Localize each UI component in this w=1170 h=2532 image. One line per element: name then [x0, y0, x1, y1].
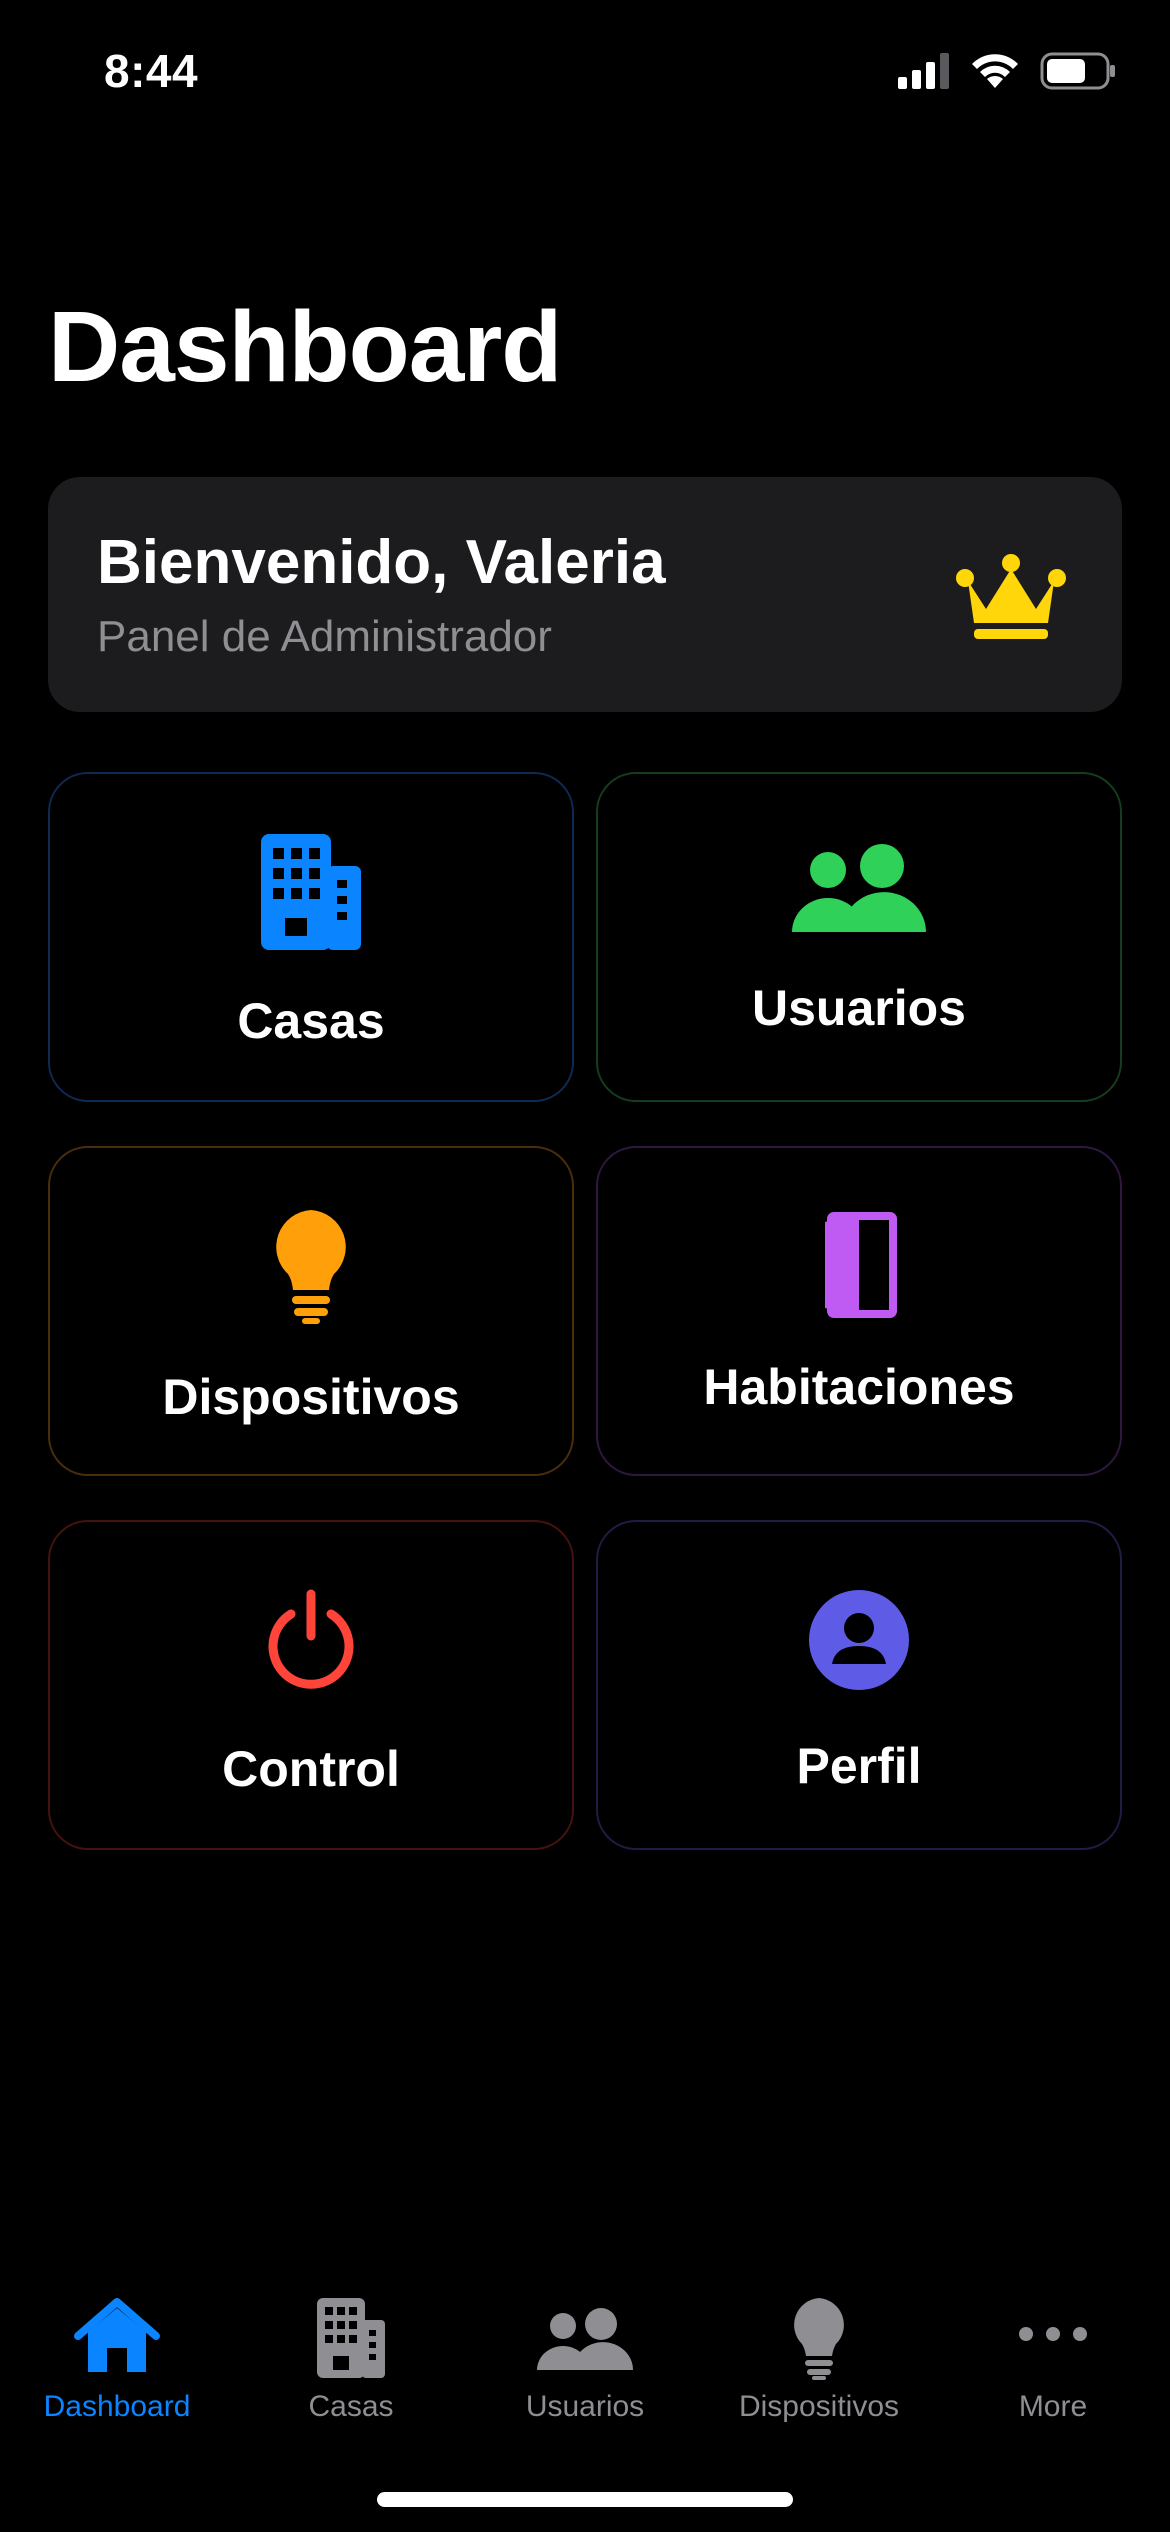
tile-label: Dispositivos: [162, 1369, 460, 1425]
cellular-signal-icon: [898, 53, 949, 89]
welcome-subtitle: Panel de Administrador: [97, 612, 552, 661]
tile-casas[interactable]: Casas: [48, 772, 574, 1102]
battery-icon: [1040, 52, 1115, 90]
building-icon: [261, 834, 361, 950]
status-icons: [898, 52, 1116, 90]
profile-icon: [809, 1590, 909, 1690]
tab-label: More: [1018, 2390, 1088, 2423]
wifi-icon: [972, 54, 1018, 88]
tab-dispositivos[interactable]: Dispositivos: [702, 2270, 936, 2430]
home-indicator[interactable]: [377, 2492, 793, 2507]
tab-casas[interactable]: Casas: [234, 2270, 468, 2430]
power-icon: [268, 1589, 354, 1689]
tile-dispositivos[interactable]: Dispositivos: [48, 1146, 574, 1476]
tile-control[interactable]: Control: [48, 1520, 574, 1850]
tab-more[interactable]: More: [936, 2270, 1170, 2430]
status-time: 8:44: [104, 45, 199, 97]
tile-label: Control: [222, 1741, 400, 1797]
building-icon: [317, 2298, 385, 2378]
page-title: Dashboard: [48, 291, 562, 403]
tile-usuarios[interactable]: Usuarios: [596, 772, 1122, 1102]
tab-usuarios[interactable]: Usuarios: [468, 2270, 702, 2430]
tile-habitaciones[interactable]: Habitaciones: [596, 1146, 1122, 1476]
tab-label: Usuarios: [525, 2390, 645, 2423]
door-icon: [825, 1212, 897, 1318]
welcome-title: Bienvenido, Valeria: [97, 528, 666, 597]
tile-label: Perfil: [796, 1738, 922, 1794]
status-bar: 8:44: [0, 0, 1170, 150]
lightbulb-icon: [276, 1210, 346, 1324]
tab-label: Dispositivos: [738, 2390, 900, 2423]
crown-icon: [956, 554, 1066, 639]
tile-label: Habitaciones: [703, 1359, 1015, 1415]
lightbulb-icon: [794, 2298, 844, 2380]
tab-dashboard[interactable]: Dashboard: [0, 2270, 234, 2430]
welcome-card: Bienvenido, Valeria Panel de Administrad…: [48, 477, 1122, 712]
tab-label: Casas: [308, 2390, 394, 2423]
tile-perfil[interactable]: Perfil: [596, 1520, 1122, 1850]
more-icon: [1019, 2327, 1087, 2341]
users-icon: [792, 844, 926, 932]
house-icon: [74, 2298, 160, 2372]
tab-label: Dashboard: [43, 2390, 191, 2423]
tile-label: Usuarios: [752, 980, 966, 1036]
tile-label: Casas: [237, 993, 385, 1049]
users-icon: [537, 2308, 633, 2370]
